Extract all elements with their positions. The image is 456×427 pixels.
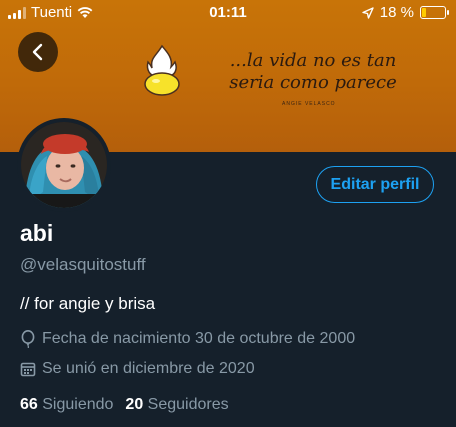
battery-icon xyxy=(420,6,449,19)
location-arrow-icon xyxy=(362,6,374,19)
birthday-row: Fecha de nacimiento 30 de octubre de 200… xyxy=(20,330,355,348)
followers-label: Seguidores xyxy=(147,396,229,413)
back-button[interactable] xyxy=(18,32,58,72)
avatar-photo xyxy=(21,122,107,208)
edit-profile-button[interactable]: Editar perfil xyxy=(316,166,434,203)
calendar-icon xyxy=(20,362,36,377)
battery-percent: 18 % xyxy=(379,4,414,21)
avatar[interactable] xyxy=(17,118,111,212)
banner-quote-line2: seria como parece xyxy=(229,72,397,93)
display-name: abi xyxy=(20,220,54,246)
banner-quote: ...la vida no es tan seria como parece xyxy=(218,50,408,94)
profile-bio: // for angie y brisa xyxy=(20,294,156,313)
chevron-left-icon xyxy=(32,43,43,61)
followers-count: 20 xyxy=(125,396,144,413)
user-handle: @velasquitostuff xyxy=(20,255,146,274)
status-right: 18 % xyxy=(362,4,449,21)
status-bar: Tuenti 01:11 18 % xyxy=(0,0,456,26)
birthday-text: Fecha de nacimiento 30 de octubre de 200… xyxy=(42,330,356,347)
banner-credit: ANGIE VELASCO xyxy=(282,101,336,107)
battery-fill xyxy=(422,8,427,17)
followers-link[interactable]: 20 Seguidores xyxy=(125,396,228,414)
joined-row: Se unió en diciembre de 2020 xyxy=(20,360,255,378)
follow-stats: 66 Siguiendo 20 Seguidores xyxy=(20,396,229,414)
lemon-flame-illustration xyxy=(144,44,180,96)
following-link[interactable]: 66 Siguiendo xyxy=(20,396,113,414)
following-count: 66 xyxy=(20,396,38,413)
joined-text: Se unió en diciembre de 2020 xyxy=(42,360,255,377)
balloon-icon xyxy=(21,330,35,348)
following-label: Siguiendo xyxy=(42,396,114,413)
banner-quote-line1: ...la vida no es tan xyxy=(229,50,397,71)
